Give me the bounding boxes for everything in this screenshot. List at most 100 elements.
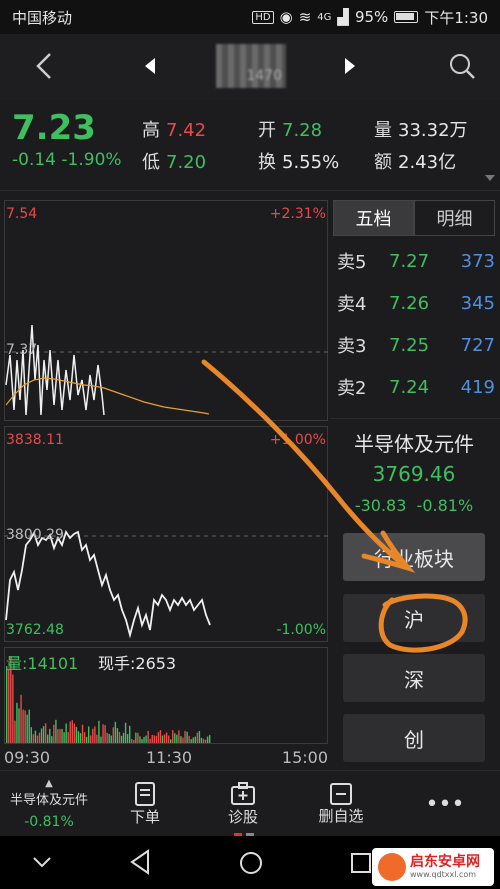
previous-stock-icon[interactable]: [138, 44, 162, 88]
volume-bar: [141, 739, 143, 743]
bottom-toolbar: ▲ 半导体及元件 -0.81% 下单 诊股 删自选 •••: [0, 770, 500, 837]
volume-bar: [53, 724, 55, 743]
volume-bar: [88, 726, 90, 743]
clock: 下午1:30: [424, 8, 488, 27]
battery-percent: 95%: [354, 8, 389, 26]
volume-bar: [100, 736, 102, 743]
volume-bar: [28, 709, 30, 743]
volume-bar: [178, 730, 180, 743]
shanghai-button[interactable]: 沪: [343, 594, 485, 642]
remove-favorite-button[interactable]: 删自选: [296, 771, 386, 837]
hd-icon: HD: [252, 10, 274, 24]
volume-bar: [167, 735, 170, 743]
industry-sector-button[interactable]: 行业板块: [343, 533, 485, 581]
volume-bar: [174, 733, 176, 743]
next-stock-icon[interactable]: [338, 44, 362, 88]
volume-bar: [139, 736, 141, 743]
price-line: [5, 324, 105, 416]
volume-bar: [26, 714, 28, 743]
index-top-pct: +1.00%: [269, 432, 326, 448]
current-hand-label: 现手:2653: [98, 654, 177, 673]
tab-five-levels[interactable]: 五档: [333, 200, 414, 236]
price-top-pct: +2.31%: [269, 206, 326, 222]
index-line: [5, 529, 211, 639]
high-cell: 高 7.42: [142, 120, 207, 141]
volume-bar: [49, 728, 51, 743]
volume-bar: [96, 734, 98, 743]
volume-bar: [114, 721, 117, 743]
turnover-cell: 换 5.55%: [258, 152, 340, 173]
volume-bar: [120, 735, 123, 743]
volume-label: 量:14101: [6, 654, 79, 673]
volume-bar: [196, 732, 199, 743]
volume-bar: [92, 728, 94, 743]
back-nav-icon[interactable]: [128, 848, 152, 880]
order-button[interactable]: 下单: [100, 771, 190, 837]
volume-bar: [147, 730, 149, 743]
home-icon[interactable]: [238, 850, 264, 880]
battery-icon: [394, 11, 419, 23]
volume-bar: [104, 725, 106, 743]
volume-bar: [73, 723, 76, 743]
volume-bar: [32, 734, 35, 743]
volume-bar: [22, 709, 24, 743]
more-icon[interactable]: •••: [410, 771, 480, 837]
volume-bar: [8, 669, 10, 743]
wifi-icon: ≋: [298, 8, 312, 26]
volume-bar: [149, 738, 151, 743]
order-row: 卖3 7.25 727: [337, 334, 495, 358]
volume-cell: 量 33.32万: [374, 120, 468, 141]
remove-favorite-icon: [330, 782, 352, 805]
chinext-button[interactable]: 创: [343, 714, 485, 762]
volume-bar: [12, 674, 14, 743]
volume-bar: [106, 732, 108, 743]
volume-bar: [135, 732, 137, 743]
volume-bar: [42, 726, 45, 743]
sector-tab[interactable]: ▲ 半导体及元件 -0.81%: [0, 771, 98, 837]
diagnose-button[interactable]: 诊股: [200, 771, 286, 837]
search-icon[interactable]: [444, 44, 480, 88]
volume-bar: [194, 736, 196, 743]
intraday-chart-area[interactable]: 7.54 +2.31% 7.37 3838.11 +1.00% 3800.29 …: [4, 200, 328, 770]
volume-bar: [102, 724, 104, 743]
signal-label: 4G: [317, 11, 332, 23]
quote-panel: 7.23 -0.14 -1.90% 高 7.42 低 7.20 开 7.28 换 5.5…: [0, 100, 500, 188]
volume-bar: [94, 726, 96, 743]
time-end: 15:00: [281, 748, 328, 767]
volume-bar: [47, 734, 49, 743]
index-bottom-pct: -1.00%: [276, 622, 326, 638]
caret-icon: ▲: [45, 778, 53, 789]
volume-bar: [67, 732, 69, 743]
volume-bar: [59, 729, 61, 743]
volume-bar: [172, 730, 174, 743]
collapse-icon[interactable]: [30, 850, 54, 878]
detail-tabs: 五档 明细: [333, 200, 495, 236]
volume-bar: [170, 739, 172, 743]
index-mid-label: 3800.29: [6, 527, 64, 543]
volume-bar: [63, 732, 65, 743]
amount-cell: 额 2.43亿: [374, 152, 457, 173]
carrier-label: 中国移动: [12, 8, 73, 27]
volume-bar: [129, 725, 131, 743]
recent-apps-icon[interactable]: [350, 852, 372, 878]
volume-bar: [180, 736, 182, 743]
back-icon[interactable]: [28, 44, 60, 88]
volume-bar: [208, 735, 211, 743]
sector-change: -30.83 -0.81%: [354, 496, 474, 515]
volume-bar: [122, 732, 125, 743]
price-change: -0.14 -1.90%: [12, 150, 122, 170]
shenzhen-button[interactable]: 深: [343, 654, 485, 702]
volume-bar: [108, 733, 110, 743]
volume-bar: [131, 738, 133, 743]
header-bar: 1470: [0, 34, 500, 100]
order-row: 卖5 7.27 373: [337, 250, 495, 274]
volume-bar: [184, 730, 186, 743]
tab-details[interactable]: 明细: [414, 200, 495, 236]
diagnose-icon: [231, 781, 255, 805]
volume-bar: [151, 735, 153, 743]
volume-bar: [81, 724, 84, 743]
expand-chevron-icon[interactable]: [484, 168, 496, 187]
volume-bar: [75, 727, 78, 743]
signal-icon: ▟: [337, 8, 349, 26]
watermark-logo: 启东安卓网 www.qdtxxl.com: [372, 848, 494, 886]
